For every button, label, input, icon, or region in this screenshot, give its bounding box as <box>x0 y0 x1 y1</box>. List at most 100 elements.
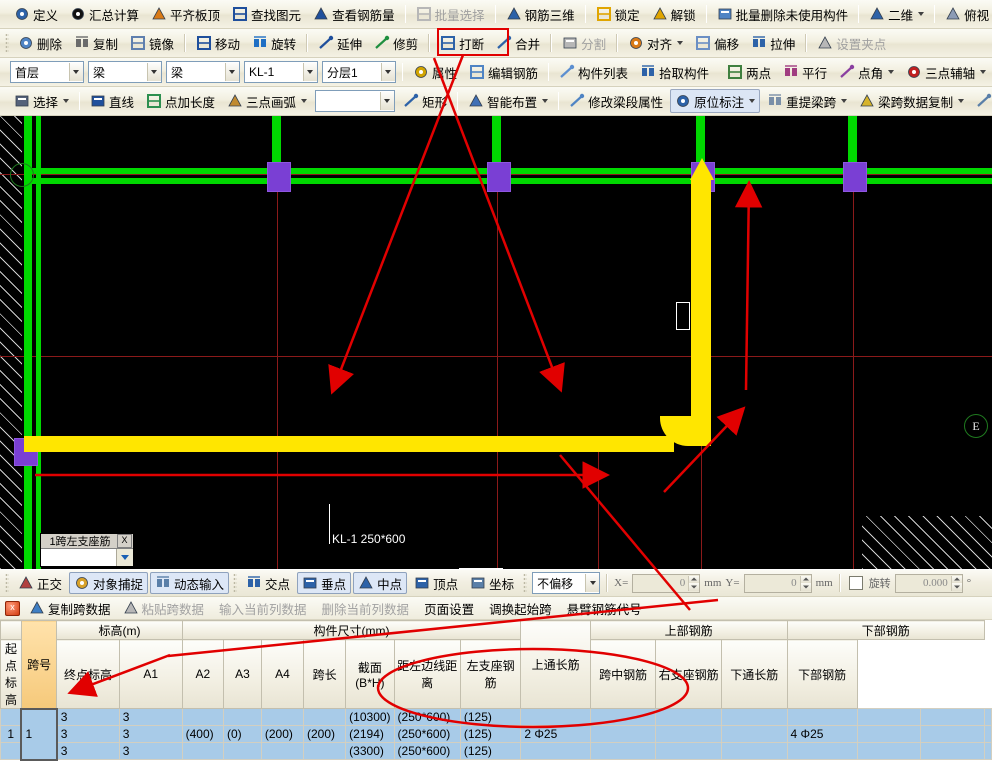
a1-cell-spacer[interactable] <box>182 743 223 760</box>
tb-坐标-toggle[interactable]: 坐标 <box>465 572 519 594</box>
header-上部钢筋[interactable]: 上部钢筋 <box>590 621 787 640</box>
combo-layer[interactable]: 分层1 <box>322 61 396 83</box>
tb-平行-button[interactable]: 平行 <box>778 60 832 84</box>
tb-解锁-button[interactable]: 解锁 <box>647 2 701 26</box>
tb-钢筋三维-button[interactable]: 钢筋三维 <box>501 2 580 26</box>
tb-梁跨数据复制-button[interactable]: 梁跨数据复制 <box>854 89 969 113</box>
tb-平齐板顶-button[interactable]: 平齐板顶 <box>146 2 225 26</box>
subheader-截面(B*H)[interactable]: 截面(B*H) <box>346 640 394 709</box>
chevron-down-icon[interactable] <box>380 92 394 110</box>
extra-cell-2[interactable] <box>985 726 992 743</box>
rebar-cell-spacer-1[interactable] <box>590 709 656 726</box>
a2-cell-spacer[interactable] <box>224 743 262 760</box>
marker-box-1[interactable] <box>676 302 690 330</box>
rebar-cell-spacer-6[interactable] <box>921 709 985 726</box>
chevron-down-icon[interactable] <box>301 99 307 103</box>
toolbar-grip[interactable] <box>523 573 527 593</box>
tb-偏移-button[interactable]: 偏移 <box>690 31 744 55</box>
subheader-下通长筋[interactable]: 下通长筋 <box>721 640 787 709</box>
chevron-down-icon[interactable] <box>677 41 683 45</box>
tb-复制-button[interactable]: 复制 <box>69 31 123 55</box>
end-elevation-cell[interactable]: 3 <box>119 726 182 743</box>
chevron-down-icon[interactable] <box>749 99 755 103</box>
combo-type[interactable]: 梁 <box>166 61 240 83</box>
rebar-cell-spacer-3[interactable] <box>721 743 787 760</box>
right-support-rebar-cell[interactable] <box>721 726 787 743</box>
a1-cell-spacer[interactable] <box>182 709 223 726</box>
span-length-cell[interactable]: (3300) <box>346 743 394 760</box>
y-offset-spinner[interactable] <box>800 576 811 591</box>
toolbar-grip[interactable] <box>5 573 9 593</box>
span-data-table[interactable]: 跨号标高(m)构件尺寸(mm)上通长筋上部钢筋下部钢筋起点标高终点标高A1A2A… <box>0 620 992 761</box>
rotate-input[interactable]: 0.000 <box>895 574 963 593</box>
end-elevation-cell[interactable]: 3 <box>119 743 182 760</box>
header-构件尺寸(mm)[interactable]: 构件尺寸(mm) <box>182 621 521 640</box>
a3-cell-spacer[interactable] <box>261 743 303 760</box>
start-elevation-cell[interactable]: 3 <box>57 709 119 726</box>
tb-调换起始跨-button[interactable]: 调换起始跨 <box>480 599 558 617</box>
bottom-through-rebar-cell[interactable]: 4 Φ25 <box>787 726 857 743</box>
tb-三点辅轴-button[interactable]: 三点辅轴 <box>901 60 991 84</box>
chevron-down-icon[interactable] <box>958 99 964 103</box>
tb-复制跨数据-button[interactable]: 复制跨数据 <box>23 599 117 617</box>
span-support-rebar-popup[interactable]: 1跨左支座筋 X <box>40 533 134 567</box>
arc-mode-combo[interactable] <box>315 90 395 112</box>
subheader-终点标高[interactable]: 终点标高 <box>57 640 119 709</box>
table-row[interactable]: 33(3300)(250*600)(125) <box>1 743 992 760</box>
tb-批量识别梁支座-button[interactable]: 批量识别梁支座 <box>971 89 992 113</box>
a4-cell-spacer[interactable] <box>304 709 346 726</box>
subheader-A4[interactable]: A4 <box>261 640 303 709</box>
rebar-cell-spacer-7[interactable] <box>985 743 992 760</box>
top-through-rebar-cell[interactable]: 2 Φ25 <box>521 726 590 743</box>
column-at-grid-5[interactable] <box>267 162 291 192</box>
tb-编辑钢筋-button[interactable]: 编辑钢筋 <box>464 60 543 84</box>
close-icon[interactable]: x <box>5 601 20 616</box>
rebar-cell-spacer-5[interactable] <box>857 743 921 760</box>
span-length-cell[interactable]: (10300) <box>346 709 394 726</box>
rebar-cell-spacer-3[interactable] <box>721 709 787 726</box>
toolbar-grip[interactable] <box>5 33 9 53</box>
a1-cell[interactable]: (400) <box>182 726 223 743</box>
subheader-起点标高[interactable]: 起点标高 <box>1 640 22 709</box>
tb-三点画弧-button[interactable]: 三点画弧 <box>222 89 312 113</box>
x-offset-spinner[interactable] <box>688 576 699 591</box>
column-at-grid-8[interactable] <box>843 162 867 192</box>
span-data-grid-wrapper[interactable]: 跨号标高(m)构件尺寸(mm)上通长筋上部钢筋下部钢筋起点标高终点标高A1A2A… <box>0 620 992 764</box>
chevron-down-icon[interactable] <box>147 63 161 81</box>
cad-canvas[interactable]: KL-1 250*600 C8@100/200(4) 2C25;4C25 5 6… <box>0 116 992 569</box>
tb-构件列表-button[interactable]: 构件列表 <box>554 60 633 84</box>
left-edge-distance-cell[interactable]: (125) <box>460 709 520 726</box>
tb-悬臂钢筋代号-button[interactable]: 悬臂钢筋代号 <box>558 599 648 617</box>
subheader-A2[interactable]: A2 <box>182 640 223 709</box>
subheader-下部钢筋[interactable]: 下部钢筋 <box>787 640 857 709</box>
tb-交点-toggle[interactable]: 交点 <box>241 572 295 594</box>
tb-汇总计算-button[interactable]: 汇总计算 <box>65 2 144 26</box>
tb-重提梁跨-button[interactable]: 重提梁跨 <box>762 89 852 113</box>
left-support-rebar-cell[interactable] <box>590 726 656 743</box>
popup-input[interactable] <box>41 549 116 566</box>
a3-cell[interactable]: (200) <box>261 726 303 743</box>
chevron-down-icon[interactable] <box>918 12 924 16</box>
tb-垂点-toggle[interactable]: 垂点 <box>297 572 351 594</box>
close-icon[interactable]: X <box>117 534 132 548</box>
rebar-cell-spacer-4[interactable] <box>787 743 857 760</box>
end-elevation-cell[interactable]: 3 <box>119 709 182 726</box>
rotate-spinner[interactable] <box>951 576 962 591</box>
tb-点加长度-button[interactable]: 点加长度 <box>141 89 220 113</box>
chevron-down-icon[interactable] <box>841 99 847 103</box>
chevron-down-icon[interactable] <box>63 99 69 103</box>
start-elevation-cell[interactable]: 3 <box>57 743 119 760</box>
rebar-cell-spacer-5[interactable] <box>857 709 921 726</box>
tb-旋转-button[interactable]: 旋转 <box>247 31 301 55</box>
toolbar-grip[interactable] <box>233 573 237 593</box>
tb-修改梁段属性-button[interactable]: 修改梁段属性 <box>564 89 668 113</box>
mid-span-rebar-cell[interactable] <box>656 726 722 743</box>
header-下部钢筋[interactable]: 下部钢筋 <box>787 621 984 640</box>
y-offset-input[interactable]: 0 <box>744 574 812 593</box>
span-number-cell[interactable]: 1 <box>21 709 56 760</box>
chevron-down-icon[interactable] <box>888 70 894 74</box>
tb-两点-button[interactable]: 两点 <box>722 60 776 84</box>
tb-智能布置-button[interactable]: 智能布置 <box>463 89 553 113</box>
header-blank[interactable] <box>1 621 22 640</box>
rebar-cell-spacer-6[interactable] <box>921 743 985 760</box>
